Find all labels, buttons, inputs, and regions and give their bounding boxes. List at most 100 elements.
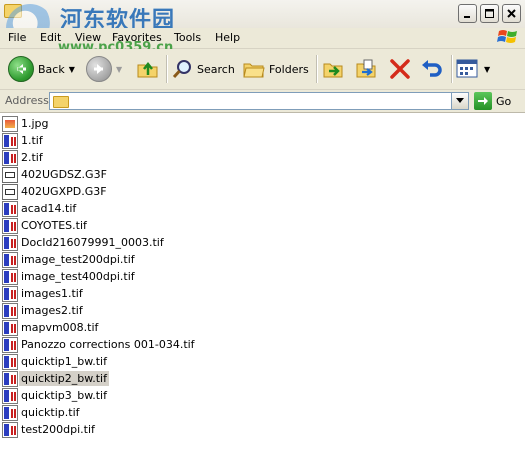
tif-file-icon — [2, 234, 18, 251]
close-button[interactable] — [502, 4, 521, 23]
file-item[interactable]: quicktip1_bw.tif — [2, 353, 109, 370]
search-label: Search — [197, 62, 235, 76]
address-bar: Address Go — [0, 90, 525, 113]
close-icon — [507, 9, 516, 18]
back-label: Back — [38, 62, 65, 76]
file-name: quicktip2_bw.tif — [19, 371, 109, 386]
file-name: images1.tif — [21, 287, 83, 300]
forward-dropdown-icon[interactable]: ▼ — [116, 65, 122, 74]
tif-file-icon — [2, 285, 18, 302]
tif-file-icon — [2, 200, 18, 217]
back-dropdown-icon[interactable]: ▼ — [69, 65, 75, 74]
minimize-icon — [464, 16, 470, 18]
views-dropdown-icon[interactable]: ▼ — [484, 65, 490, 74]
tif-file-icon — [2, 149, 18, 166]
maximize-button[interactable] — [480, 4, 499, 23]
chevron-down-icon — [456, 98, 464, 103]
file-name: 402UGXPD.G3F — [21, 185, 107, 198]
tif-file-icon — [2, 421, 18, 438]
undo-button[interactable] — [420, 55, 444, 83]
g3f-file-icon — [2, 166, 18, 183]
file-list[interactable]: 1.jpg 1.tif 2.tif 402UGDSZ.G3F 402UGXPD.G3F a… — [0, 113, 525, 474]
file-item[interactable]: test200dpi.tif — [2, 421, 97, 438]
file-item[interactable]: mapvm008.tif — [2, 319, 100, 336]
minimize-button[interactable] — [458, 4, 477, 23]
file-item[interactable]: acad14.tif — [2, 200, 78, 217]
file-name: test200dpi.tif — [21, 423, 95, 436]
tif-file-icon — [2, 387, 18, 404]
windows-logo-icon — [497, 30, 517, 43]
title-bar[interactable]: 河东软件园 — [0, 0, 525, 52]
back-arrow-icon — [8, 56, 34, 82]
file-name: image_test400dpi.tif — [21, 270, 135, 283]
file-item[interactable]: DocId216079991_0003.tif — [2, 234, 166, 251]
file-item[interactable]: quicktip3_bw.tif — [2, 387, 109, 404]
file-name: DocId216079991_0003.tif — [21, 236, 164, 249]
go-button[interactable]: Go — [474, 92, 511, 110]
file-name: COYOTES.tif — [21, 219, 87, 232]
file-item[interactable]: quicktip.tif — [2, 404, 82, 421]
file-name: acad14.tif — [21, 202, 77, 215]
file-item[interactable]: 1.tif — [2, 132, 45, 149]
views-icon — [456, 59, 478, 78]
toolbar: Back ▼ ▼ Search Folders ▼ — [0, 49, 525, 90]
file-item[interactable]: Panozzo corrections 001-034.tif — [2, 336, 197, 353]
file-item[interactable]: images2.tif — [2, 302, 85, 319]
file-name: image_test200dpi.tif — [21, 253, 135, 266]
file-name: 1.jpg — [21, 117, 49, 130]
forward-button[interactable]: ▼ — [86, 55, 122, 83]
file-item[interactable]: images1.tif — [2, 285, 85, 302]
delete-button[interactable] — [388, 55, 412, 83]
tif-file-icon — [2, 132, 18, 149]
menu-help[interactable]: Help — [215, 31, 240, 44]
forward-arrow-icon — [86, 56, 112, 82]
tif-file-icon — [2, 370, 18, 387]
file-name: 1.tif — [21, 134, 43, 147]
go-arrow-icon — [474, 92, 492, 110]
tif-file-icon — [2, 217, 18, 234]
file-item[interactable]: 402UGDSZ.G3F — [2, 166, 109, 183]
g3f-file-icon — [2, 183, 18, 200]
file-item[interactable]: image_test400dpi.tif — [2, 268, 137, 285]
folder-icon — [53, 96, 69, 108]
up-folder-icon — [137, 61, 158, 78]
folders-button[interactable]: Folders — [243, 55, 309, 83]
undo-icon — [422, 60, 442, 77]
file-name: quicktip1_bw.tif — [21, 355, 107, 368]
file-item[interactable]: quicktip2_bw.tif — [2, 370, 109, 387]
tif-file-icon — [2, 302, 18, 319]
file-name: Panozzo corrections 001-034.tif — [21, 338, 195, 351]
file-item[interactable]: COYOTES.tif — [2, 217, 89, 234]
file-item[interactable]: 2.tif — [2, 149, 45, 166]
tif-file-icon — [2, 353, 18, 370]
file-name: quicktip.tif — [21, 406, 80, 419]
file-item[interactable]: 1.jpg — [2, 115, 51, 132]
tif-file-icon — [2, 319, 18, 336]
copy-to-button[interactable] — [355, 55, 379, 83]
file-name: images2.tif — [21, 304, 83, 317]
maximize-icon — [485, 9, 494, 18]
views-button[interactable]: ▼ — [456, 55, 490, 83]
copy-to-icon — [356, 59, 376, 78]
move-to-icon — [323, 63, 343, 78]
file-item[interactable]: 402UGXPD.G3F — [2, 183, 109, 200]
file-name: 2.tif — [21, 151, 43, 164]
tif-file-icon — [2, 251, 18, 268]
jpg-file-icon — [2, 115, 18, 132]
search-button[interactable]: Search — [171, 55, 235, 83]
move-to-button[interactable] — [322, 55, 346, 83]
file-name: mapvm008.tif — [21, 321, 99, 334]
address-label: Address — [5, 94, 49, 107]
up-folder-button[interactable] — [136, 55, 160, 83]
address-input[interactable] — [49, 92, 469, 110]
menu-tools[interactable]: Tools — [174, 31, 201, 44]
go-label: Go — [496, 94, 512, 108]
address-dropdown-button[interactable] — [451, 93, 468, 109]
folders-label: Folders — [269, 62, 309, 76]
delete-icon — [390, 59, 410, 79]
file-item[interactable]: image_test200dpi.tif — [2, 251, 137, 268]
search-icon — [172, 60, 191, 79]
back-button[interactable]: Back ▼ — [8, 55, 75, 83]
folders-icon — [243, 63, 265, 78]
menu-file[interactable]: File — [8, 31, 26, 44]
